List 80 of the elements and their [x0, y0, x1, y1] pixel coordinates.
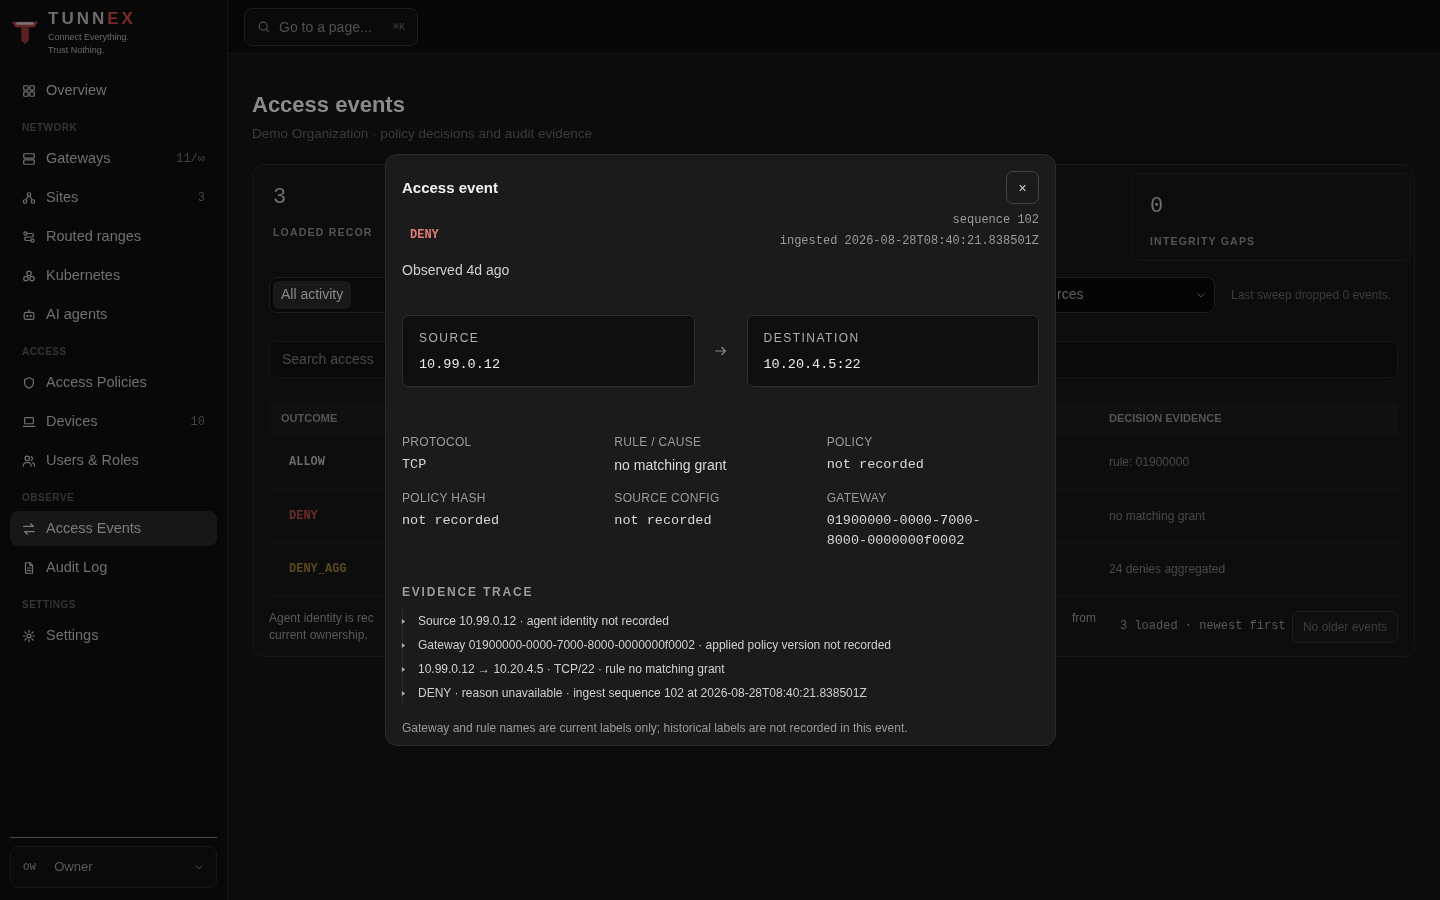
arrows-icon — [22, 521, 36, 536]
logo-wordmark: TUNN EX — [48, 10, 136, 27]
server-icon — [22, 151, 36, 166]
bullet-icon — [401, 689, 406, 697]
user-menu[interactable]: OW Owner — [10, 846, 217, 888]
source-dropdown[interactable]: rces — [1056, 276, 1215, 313]
table-cell-text: no matching grant — [1108, 507, 1207, 525]
endpoint-address: 10.20.4.5:22 — [763, 356, 862, 374]
bullet-icon — [401, 641, 406, 649]
nodes-icon — [22, 190, 36, 205]
table-cell-text: 24 denies aggregated — [1108, 560, 1227, 578]
outcome-label: DENY — [409, 227, 440, 244]
table-cell-text: DENY_AGG — [288, 560, 348, 578]
sidebar-item[interactable]: AI agents — [10, 297, 217, 332]
section-title: EVIDENCE TRACE — [402, 584, 535, 601]
users-icon — [22, 453, 36, 468]
search-icon — [257, 20, 271, 34]
table-cell-text: rule: 01900000 — [1108, 453, 1191, 471]
grid-icon — [22, 83, 36, 98]
dialog-title: Access event — [402, 178, 498, 197]
field-value: 01900000-0000-7000-8000-0000000f0002 — [826, 512, 982, 550]
field-value: no matching grant — [614, 456, 728, 475]
shield-icon — [22, 375, 36, 390]
field-label: POLICY — [826, 434, 874, 451]
table-cell-text: ALLOW — [288, 453, 326, 471]
column-header: OUTCOME — [280, 410, 339, 426]
bullet-icon — [401, 665, 406, 673]
field-value: not recorded — [826, 456, 925, 474]
trace-entry: 10.99.0.12 → 10.20.4.5 · TCP/22 · rule no matching grant — [418, 661, 725, 678]
trace-entry: Source 10.99.0.12 · agent identity not recorded — [418, 613, 669, 630]
field-label: POLICY HASH — [402, 490, 487, 507]
close-button[interactable]: × — [1006, 171, 1039, 204]
stat-value: 3 — [273, 186, 288, 209]
field-label: RULE / CAUSE — [614, 434, 703, 451]
sequence-number: sequence 102 — [951, 212, 1039, 229]
trace-entry: Gateway 01900000-0000-7000-8000-0000000f0002 · applied policy version not recorded — [418, 637, 891, 654]
page-title: Access events — [252, 92, 406, 119]
footer-note: Agent identity is rec current ownership. — [269, 609, 375, 644]
laptop-icon — [22, 414, 36, 429]
endpoint-label: DESTINATION — [763, 330, 861, 347]
observed-time: Observed 4d ago — [402, 261, 510, 280]
load-count: 3 loaded · newest first — [1120, 618, 1286, 636]
sidebar-item[interactable]: Routed ranges — [10, 219, 217, 254]
sidebar-item[interactable]: Audit Log — [10, 550, 217, 585]
endpoint-address: 10.99.0.12 — [419, 356, 501, 374]
ingested-time: ingested 2026-08-28T08:40:21.838501Z — [779, 233, 1039, 250]
table-cell-text: DENY — [288, 507, 319, 525]
bullet-icon — [401, 617, 406, 625]
stat-label: LOADED RECOR — [273, 224, 374, 240]
field-value: not recorded — [402, 512, 501, 530]
sidebar-item[interactable]: Access Events — [10, 511, 217, 546]
field-value: not recorded — [614, 512, 713, 530]
field-value: TCP — [402, 456, 428, 474]
sidebar-item[interactable]: Access Policies — [10, 365, 217, 400]
stat-value: 0 — [1150, 195, 1165, 218]
document-icon — [22, 560, 36, 575]
cluster-icon — [22, 268, 36, 283]
chevron-down-icon — [194, 862, 204, 872]
column-header: DECISION EVIDENCE — [1108, 410, 1223, 426]
sidebar-item[interactable]: Overview — [10, 73, 217, 108]
sidebar-item[interactable]: Kubernetes — [10, 258, 217, 293]
footer-note: from — [1072, 609, 1096, 627]
field-label: GATEWAY — [826, 490, 888, 507]
route-icon — [22, 229, 36, 244]
endpoint-label: SOURCE — [419, 330, 481, 347]
gear-icon — [22, 628, 36, 643]
sidebar-item[interactable]: Devices 10 — [10, 404, 217, 439]
filter-tab[interactable]: All activity — [273, 280, 352, 309]
robot-icon — [22, 307, 36, 322]
sidebar-item[interactable]: Settings — [10, 618, 217, 653]
sidebar-item[interactable]: Users & Roles — [10, 443, 217, 478]
sidebar-item[interactable]: Gateways 11/∞ — [10, 141, 217, 176]
arrow-right-icon — [713, 344, 728, 358]
field-label: SOURCE CONFIG — [614, 490, 721, 507]
trace-entry: DENY · reason unavailable · ingest sequence 102 at 2026-08-28T08:40:21.838501Z — [418, 685, 867, 702]
sidebar-item[interactable]: Sites 3 — [10, 180, 217, 215]
field-label: PROTOCOL — [402, 434, 473, 451]
stat-label: INTEGRITY GAPS — [1150, 233, 1257, 249]
tagline: Connect Everything. Trust Nothing. — [48, 31, 131, 57]
dialog-note: Gateway and rule names are current labels only; historical labels are not recorded in this event. — [402, 720, 909, 737]
